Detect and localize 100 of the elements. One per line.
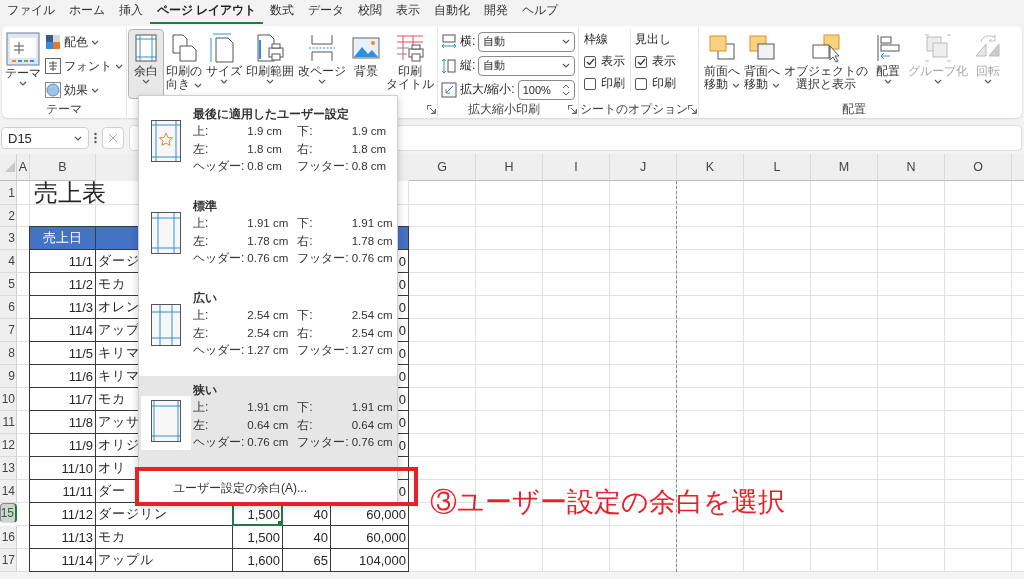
column-header[interactable]: O (945, 154, 1012, 181)
header-cell: 売上日 (29, 226, 96, 250)
column-header[interactable]: B (30, 154, 96, 181)
row-header[interactable]: 2 (0, 205, 17, 227)
menu-tab[interactable]: 開発 (477, 2, 516, 24)
column-header[interactable]: G (409, 154, 476, 181)
table-cell: 11/9 (29, 433, 96, 457)
row-header[interactable]: 1 (0, 181, 17, 205)
group-icon (922, 32, 954, 64)
margin-value: 2.54 cm (351, 325, 393, 341)
row-header[interactable]: 13 (0, 457, 17, 480)
menu-tab[interactable]: ヘルプ (515, 2, 566, 24)
column-header[interactable]: M (811, 154, 878, 181)
margin-value: 0.64 cm (351, 417, 393, 433)
ribbon-button[interactable]: 背面へ 移動 (742, 29, 782, 99)
row-header[interactable]: 4 (0, 250, 17, 273)
print-titles-icon (394, 32, 426, 64)
name-box[interactable]: D15 (1, 127, 89, 149)
margin-label: 下: (297, 215, 314, 232)
margin-value: 1.9 cm (351, 124, 387, 139)
row-header[interactable]: 6 (0, 296, 17, 319)
row-header[interactable]: 10 (0, 388, 17, 411)
margin-label: 左: (193, 232, 210, 250)
group-label: シートのオプション (580, 100, 688, 118)
spin-field[interactable]: 100% (517, 79, 575, 100)
fill-handle[interactable] (278, 521, 283, 526)
menu-tab[interactable]: 挿入 (112, 2, 150, 24)
dialog-launcher-icon[interactable] (427, 104, 436, 114)
checkbox[interactable] (635, 77, 647, 90)
row-header[interactable]: 12 (0, 434, 17, 457)
width-icon (441, 33, 457, 50)
ribbon-button[interactable]: サイズ (204, 29, 244, 99)
checkbox-label: 表示 (652, 53, 676, 70)
table-cell: 11/11 (29, 479, 96, 503)
ribbon-button[interactable]: 前面へ 移動 (702, 29, 742, 99)
ribbon-button[interactable]: 印刷の 向き (164, 29, 204, 99)
ribbon-button[interactable]: 効果 (43, 79, 125, 101)
column-header[interactable]: L (744, 154, 811, 181)
menu-tab[interactable]: データ (301, 2, 352, 24)
margin-value: 1.91 cm (351, 216, 393, 231)
margin-value: 0.76 cm (247, 251, 290, 266)
menu-item[interactable]: 狭い 上: 1.91 cm 下: 1.91 cm 左: 0.64 cm 右: 0.64 cm ヘッダー: 0.76 cm フッター: 0.76 cm (139, 376, 397, 468)
column-header[interactable]: H (476, 154, 543, 181)
margin-label: 右: (297, 416, 314, 434)
table-cell: 11/1 (29, 249, 96, 273)
margin-value: 2.54 cm (247, 325, 290, 341)
menu-tab[interactable]: ファイル (0, 2, 62, 24)
checkbox[interactable] (635, 55, 647, 68)
checkbox[interactable] (584, 77, 596, 90)
margin-label: 左: (193, 416, 210, 434)
row-header[interactable]: 17 (0, 549, 17, 572)
spin-arrows-icon (562, 82, 570, 97)
ribbon-button[interactable]: オブジェクトの 選択と表示 (782, 29, 870, 99)
row-header[interactable]: 16 (0, 526, 17, 549)
menu-tab[interactable]: 数式 (263, 2, 302, 24)
field-label: 横: (460, 33, 476, 50)
row-header[interactable]: 3 (0, 227, 17, 250)
page-margins-icon (151, 304, 181, 346)
dropdown-field[interactable]: 自動 (478, 31, 575, 52)
group-label: 配置 (841, 100, 867, 118)
menu-tab[interactable]: 自動化 (427, 2, 478, 24)
row-header[interactable]: 9 (0, 365, 17, 388)
column-header[interactable]: K (677, 154, 744, 181)
row-header[interactable]: 15 (0, 503, 17, 523)
table-cell: 11/4 (29, 318, 96, 342)
ribbon-button[interactable]: 改ページ (296, 29, 348, 99)
column-header[interactable]: N (878, 154, 945, 181)
group-label: 拡大縮小印刷 (466, 100, 541, 118)
row-header[interactable]: 14 (0, 480, 17, 503)
menu-tab[interactable]: ページ レイアウト (150, 2, 264, 24)
row-header[interactable]: 7 (0, 319, 17, 342)
ribbon-button[interactable]: フォント (43, 55, 125, 77)
row-header[interactable]: 11 (0, 411, 17, 434)
margin-value: 1.78 cm (247, 233, 290, 249)
margin-value: 0.8 cm (351, 159, 387, 174)
ribbon-button[interactable]: 配置 (870, 29, 906, 99)
dropdown-field[interactable]: 自動 (478, 55, 575, 76)
column-header[interactable]: J (610, 154, 677, 181)
ribbon-button[interactable]: 配色 (43, 31, 125, 53)
ribbon-button[interactable]: テーマ (3, 29, 43, 97)
dialog-launcher-icon[interactable] (688, 104, 697, 114)
menu-tab[interactable]: 校閲 (351, 2, 390, 24)
margin-value: 1.78 cm (351, 233, 393, 249)
menu-tab[interactable]: 表示 (389, 2, 428, 24)
ribbon-button[interactable]: 印刷 タイトル (384, 29, 436, 99)
margin-value: 0.76 cm (351, 435, 393, 450)
margin-label: 右: (297, 232, 314, 250)
row-header[interactable]: 8 (0, 342, 17, 365)
menu-item[interactable]: 最後に適用したユーザー設定 上: 1.9 cm 下: 1.9 cm 左: 1.8 cm 右: 1.8 cm ヘッダー: 0.8 cm フッター: 0.8 cm (139, 100, 397, 192)
more-options-icon[interactable] (94, 132, 97, 144)
margin-label: 上: (193, 123, 210, 140)
option-heading: 見出し (635, 31, 672, 48)
column-header[interactable]: I (543, 154, 610, 181)
margin-value: 1.27 cm (247, 343, 290, 358)
row-header[interactable]: 5 (0, 273, 17, 296)
dialog-launcher-icon[interactable] (568, 104, 577, 114)
ribbon-button[interactable]: 余白 (128, 29, 164, 99)
menu-tab[interactable]: ホーム (62, 2, 112, 24)
checkbox[interactable] (584, 55, 596, 68)
column-header[interactable]: A (17, 154, 30, 181)
